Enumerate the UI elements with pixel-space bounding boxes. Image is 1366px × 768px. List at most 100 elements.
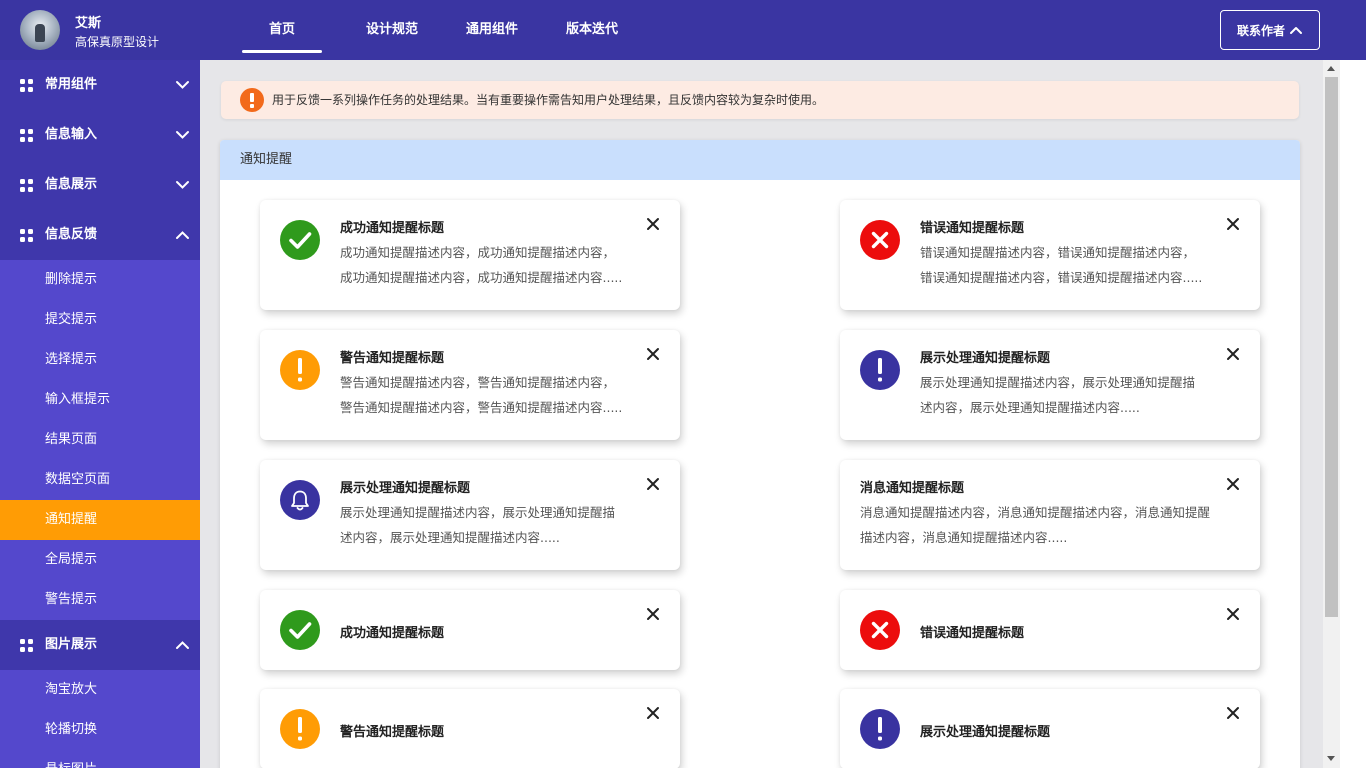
notification-card-bell: 展示处理通知提醒标题 展示处理通知提醒描述内容，展示处理通知提醒描 述内容，展示… (260, 460, 680, 570)
notification-card-success-compact: 成功通知提醒标题 (260, 590, 680, 670)
nav-components[interactable]: 通用组件 (452, 0, 532, 60)
panel-header: 通知提醒 (220, 140, 1300, 180)
check-icon (280, 610, 320, 650)
avatar[interactable] (20, 10, 60, 50)
top-header: 艾斯 高保真原型设计 首页 设计规范 通用组件 版本迭代 联系作者 (0, 0, 1366, 60)
sidebar-item-label: 提交提示 (45, 312, 98, 327)
sidebar-item-label: 结果页面 (45, 432, 98, 447)
notification-title: 警告通知提醒标题 (340, 351, 445, 366)
sidebar-item-label: 全局提示 (45, 552, 98, 567)
notification-description: 消息通知提醒描述内容，消息通知提醒描述内容，消息通知提醒 描述内容，消息通知提醒… (860, 505, 1211, 545)
sidebar-item-delete-tip[interactable]: 删除提示 (0, 260, 200, 300)
sidebar-group-input[interactable]: 信息输入 (0, 110, 200, 160)
sidebar-item-global-tip[interactable]: 全局提示 (0, 540, 200, 580)
close-icon[interactable] (1226, 607, 1240, 621)
notification-card-warning-compact: 警告通知提醒标题 (260, 689, 680, 768)
sidebar-item-select-tip[interactable]: 选择提示 (0, 340, 200, 380)
bell-icon (280, 480, 320, 520)
sidebar-item-carousel[interactable]: 轮播切换 (0, 710, 200, 750)
notification-panel: 通知提醒 成功通知提醒标题 成功通知提醒描述内容，成功通知提醒描述内容， 成功通… (220, 140, 1300, 768)
notification-title: 消息通知提醒标题 (860, 481, 965, 496)
close-icon[interactable] (646, 607, 660, 621)
contact-author-label: 联系作者 (1236, 23, 1285, 38)
notification-title: 展示处理通知提醒标题 (920, 351, 1051, 366)
sidebar-item-hover-image[interactable]: 悬标图片 (0, 750, 200, 768)
alert-text: 用于反馈一系列操作任务的处理结果。当有重要操作需告知用户处理结果，且反馈内容较为… (272, 93, 825, 107)
close-icon[interactable] (1226, 347, 1240, 361)
sidebar-item-label: 输入框提示 (45, 392, 111, 407)
exclamation-icon (860, 709, 900, 749)
notification-title: 错误通知提醒标题 (920, 626, 1025, 641)
scrollbar-thumb[interactable] (1325, 77, 1338, 617)
scroll-up-arrow-icon[interactable] (1327, 66, 1335, 71)
sidebar-group-display[interactable]: 信息展示 (0, 160, 200, 210)
sidebar-group-label: 常用组件 (45, 77, 98, 92)
close-icon[interactable] (646, 217, 660, 231)
notification-title: 成功通知提醒标题 (340, 626, 445, 641)
sidebar-group-images[interactable]: 图片展示 (0, 620, 200, 670)
contact-author-button[interactable]: 联系作者 (1220, 10, 1320, 50)
sidebar-item-taobao-zoom[interactable]: 淘宝放大 (0, 670, 200, 710)
check-icon (280, 220, 320, 260)
sidebar-item-result-page[interactable]: 结果页面 (0, 420, 200, 460)
chevron-down-icon (176, 81, 189, 89)
vertical-scrollbar[interactable] (1323, 60, 1340, 768)
nav-versions-label: 版本迭代 (565, 22, 618, 37)
notification-description: 错误通知提醒描述内容，错误通知提醒描述内容， 错误通知提醒描述内容，错误通知提醒… (920, 245, 1203, 285)
sidebar-group-label: 图片展示 (45, 637, 98, 652)
sidebar-item-notification[interactable]: 通知提醒 (0, 500, 200, 540)
sidebar-group-common[interactable]: 常用组件 (0, 60, 200, 110)
notification-card-warning: 警告通知提醒标题 警告通知提醒描述内容，警告通知提醒描述内容， 警告通知提醒描述… (260, 330, 680, 440)
sidebar-item-label: 删除提示 (45, 272, 98, 287)
sidebar-item-input-tip[interactable]: 输入框提示 (0, 380, 200, 420)
nav-design-spec[interactable]: 设计规范 (352, 0, 432, 60)
notification-title: 警告通知提醒标题 (340, 725, 445, 740)
close-icon[interactable] (646, 477, 660, 491)
cross-icon (860, 220, 900, 260)
notification-description: 展示处理通知提醒描述内容，展示处理通知提醒描 述内容，展示处理通知提醒描述内容.… (920, 375, 1196, 415)
notification-description: 警告通知提醒描述内容，警告通知提醒描述内容， 警告通知提醒描述内容，警告通知提醒… (340, 375, 623, 415)
notification-card-error: 错误通知提醒标题 错误通知提醒描述内容，错误通知提醒描述内容， 错误通知提醒描述… (840, 200, 1260, 310)
exclamation-icon (280, 350, 320, 390)
notification-title: 展示处理通知提醒标题 (920, 725, 1051, 740)
chevron-up-icon (1290, 27, 1302, 34)
sidebar-item-label: 数据空页面 (45, 472, 111, 487)
sidebar-item-label: 轮播切换 (45, 722, 98, 737)
user-name: 艾斯 (75, 16, 102, 31)
nav-home-label: 首页 (268, 22, 295, 37)
close-icon[interactable] (1226, 706, 1240, 720)
panel-title: 通知提醒 (240, 152, 293, 167)
chevron-down-icon (176, 181, 189, 189)
nav-home[interactable]: 首页 (242, 0, 322, 60)
close-icon[interactable] (646, 706, 660, 720)
brand-subtitle: 高保真原型设计 (75, 35, 160, 49)
grid-icon (20, 79, 33, 92)
info-alert-bar: 用于反馈一系列操作任务的处理结果。当有重要操作需告知用户处理结果，且反馈内容较为… (221, 81, 1299, 119)
grid-icon (20, 639, 33, 652)
notification-card-success: 成功通知提醒标题 成功通知提醒描述内容，成功通知提醒描述内容， 成功通知提醒描述… (260, 200, 680, 310)
notification-description: 展示处理通知提醒描述内容，展示处理通知提醒描 述内容，展示处理通知提醒描述内容.… (340, 505, 616, 545)
exclamation-icon (280, 709, 320, 749)
sidebar: 常用组件 信息输入 信息展示 信息反馈 删除提示 提交提示 选择提示 输入框提示… (0, 60, 200, 768)
sidebar-group-label: 信息输入 (45, 127, 98, 142)
notification-card-info: 展示处理通知提醒标题 展示处理通知提醒描述内容，展示处理通知提醒描 述内容，展示… (840, 330, 1260, 440)
grid-icon (20, 179, 33, 192)
grid-icon (20, 129, 33, 142)
nav-versions[interactable]: 版本迭代 (552, 0, 632, 60)
notification-description: 成功通知提醒描述内容，成功通知提醒描述内容， 成功通知提醒描述内容，成功通知提醒… (340, 245, 623, 285)
sidebar-item-label: 警告提示 (45, 592, 98, 607)
close-icon[interactable] (1226, 477, 1240, 491)
scroll-down-arrow-icon[interactable] (1327, 756, 1335, 761)
close-icon[interactable] (646, 347, 660, 361)
sidebar-item-warning-tip[interactable]: 警告提示 (0, 580, 200, 620)
sidebar-item-empty-page[interactable]: 数据空页面 (0, 460, 200, 500)
chevron-down-icon (176, 131, 189, 139)
sidebar-item-submit-tip[interactable]: 提交提示 (0, 300, 200, 340)
grid-icon (20, 229, 33, 242)
cross-icon (860, 610, 900, 650)
sidebar-group-feedback[interactable]: 信息反馈 (0, 210, 200, 260)
sidebar-group-label: 信息展示 (45, 177, 98, 192)
sidebar-item-label: 淘宝放大 (45, 682, 98, 697)
close-icon[interactable] (1226, 217, 1240, 231)
notification-title: 错误通知提醒标题 (920, 221, 1025, 236)
